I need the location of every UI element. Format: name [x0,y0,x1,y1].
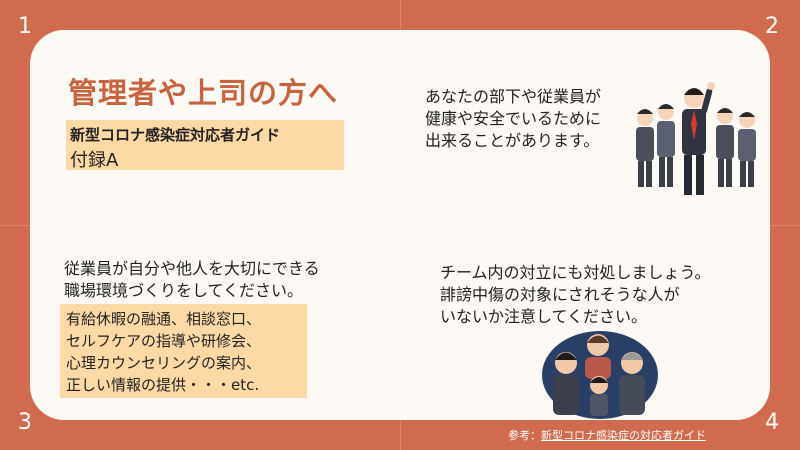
back-person-far-right [738,112,756,187]
list-item: 有給休暇の融通、相談窓口、 [66,310,262,328]
guide-tag-title: 新型コロナ感染症対応者ガイド [70,126,281,144]
corner-number-2: 2 [765,14,779,39]
list-item: 正しい情報の提供・・・etc. [66,376,260,394]
conflict-line: 誹謗中傷の対象にされそうな人が [440,285,680,304]
corner-number-1: 1 [18,14,32,39]
leader-person [682,82,715,195]
intro-line: あなたの部下や従業員が [425,87,602,106]
victim-person [590,376,608,416]
environment-line: 従業員が自分や他人を大切にできる [64,259,320,278]
reference-link[interactable]: 新型コロナ感染症の対応者ガイド [541,429,706,442]
guide-tag-appendix: 付録A [70,150,119,171]
intro-text: あなたの部下や従業員が 健康や安全でいるために 出来ることがあります。 [425,86,655,152]
back-person-mid-left [657,104,675,187]
corner-number-4: 4 [765,410,779,435]
examples-list: 有給休暇の融通、相談窓口、 セルフケアの指導や研修会、 心理カウンセリングの案内… [66,308,306,396]
back-person-right [716,108,734,187]
angry-person-right [619,352,645,415]
bullying-group-illustration [542,331,658,419]
list-item: セルフケアの指導や研修会、 [66,332,262,350]
page-title: 管理者や上司の方へ [68,76,339,110]
environment-line: 職場環境づくりをしてください。 [64,281,304,300]
environment-text: 従業員が自分や他人を大切にできる 職場環境づくりをしてください。 [64,258,384,302]
reference-prefix: 参考： [508,429,541,442]
conflict-text: チーム内の対立にも対処しましょう。 誹謗中傷の対象にされそうな人が いないか注意… [440,262,770,328]
reference-note: 参考：新型コロナ感染症の対応者ガイド [508,427,706,443]
intro-line: 出来ることがあります。 [425,131,600,150]
list-item: 心理カウンセリングの案内、 [66,354,262,372]
back-person-left [636,109,654,187]
cheering-team-illustration [636,82,756,195]
corner-number-3: 3 [18,410,32,435]
angry-person-left [553,352,579,415]
intro-line: 健康や安全でいるために [425,109,602,128]
conflict-line: チーム内の対立にも対処しましょう。 [440,263,711,282]
